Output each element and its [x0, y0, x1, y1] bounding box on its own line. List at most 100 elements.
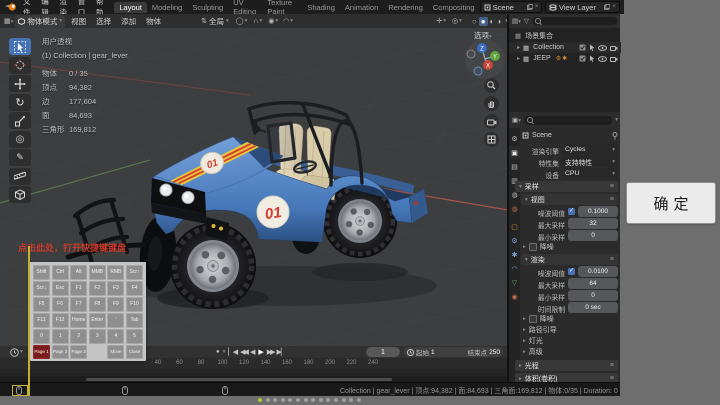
camera-visibility-icon[interactable]: [610, 45, 618, 51]
key-enter[interactable]: Enter: [89, 313, 106, 328]
properties-options-icon[interactable]: ▾: [615, 117, 618, 123]
key-f6[interactable]: F6: [52, 297, 69, 312]
tab-modifiers-icon[interactable]: ⚙: [509, 234, 520, 247]
r-min-samples-value[interactable]: 0: [568, 290, 618, 301]
shading-material-icon[interactable]: ◐: [490, 17, 495, 26]
key-ctrl[interactable]: Ctrl: [52, 265, 69, 280]
editor-separator[interactable]: [507, 14, 508, 382]
key-f1[interactable]: F1: [70, 281, 87, 296]
selectable-icon[interactable]: [589, 55, 595, 62]
menu-add[interactable]: 添加: [117, 16, 140, 27]
workspace-tab-shading[interactable]: Shading: [302, 2, 340, 13]
key-f7[interactable]: F7: [70, 297, 87, 312]
outliner-row-collection[interactable]: ▸ ▦ Collection: [509, 42, 621, 53]
workspace-tab-modeling[interactable]: Modeling: [147, 2, 187, 13]
key-shift[interactable]: Shift: [33, 265, 50, 280]
slide-dot[interactable]: [357, 398, 361, 402]
slide-dot[interactable]: [281, 398, 285, 402]
section-light-paths[interactable]: ▸光程≡: [515, 360, 618, 371]
gizmo-neg-z[interactable]: [474, 67, 482, 75]
slide-dot[interactable]: [304, 398, 308, 402]
vp-max-samples-value[interactable]: 32: [568, 218, 618, 229]
editor-type-icon[interactable]: ▦▾: [4, 17, 13, 25]
outliner-search-input[interactable]: [532, 17, 617, 25]
current-frame-field[interactable]: 1: [366, 347, 400, 357]
tab-particles-icon[interactable]: ✱: [509, 248, 520, 261]
key-alt[interactable]: Alt: [70, 265, 87, 280]
gizmo-neg-y[interactable]: [467, 50, 475, 58]
denoise-checkbox[interactable]: [529, 243, 537, 251]
confirm-button[interactable]: 确定: [626, 182, 716, 224]
tool-move[interactable]: [9, 75, 31, 92]
pan-hand-icon[interactable]: [484, 96, 499, 111]
workspace-tab-compositing[interactable]: Compositing: [428, 2, 480, 13]
shading-rendered-icon[interactable]: ◑: [496, 17, 501, 26]
checkbox-icon[interactable]: [579, 55, 586, 62]
outliner-type-icon[interactable]: ▤▾: [512, 17, 521, 25]
slide-dot[interactable]: [296, 398, 300, 402]
magnet-icon[interactable]: ∩▾: [253, 18, 262, 25]
key-page2[interactable]: Page 2: [52, 345, 69, 359]
pin-icon[interactable]: [612, 132, 618, 140]
timeline-tracks[interactable]: [0, 369, 508, 376]
jump-start-button[interactable]: ▏◀: [228, 348, 237, 356]
scene-new-icon[interactable]: [527, 3, 533, 12]
scene-unlink-icon[interactable]: ×: [535, 4, 539, 10]
outliner-row-jeep[interactable]: ▸ ▦ JEEP ⚙ ✱: [509, 53, 621, 64]
blender-logo-icon[interactable]: [4, 2, 17, 12]
workspace-tab-sculpting[interactable]: Sculpting: [187, 2, 228, 13]
tool-rotate[interactable]: ↻: [9, 94, 31, 111]
checkbox-icon[interactable]: [579, 44, 586, 51]
gizmo-y[interactable]: Y: [493, 55, 497, 61]
tab-data-icon[interactable]: ▽: [509, 276, 520, 289]
key-1[interactable]: 1: [52, 329, 69, 344]
section-sampling[interactable]: ▾采样≡: [515, 181, 618, 192]
denoise-checkbox[interactable]: [529, 315, 537, 323]
eye-icon[interactable]: [598, 45, 607, 51]
render-engine-select[interactable]: Cycles▾: [562, 144, 618, 155]
slide-dot[interactable]: [273, 398, 277, 402]
vp-noise-threshold-value[interactable]: 0.1000: [578, 206, 618, 217]
key-close[interactable]: Close: [126, 345, 143, 359]
section-volumes[interactable]: ▸体积(卷积)≡: [515, 373, 618, 382]
end-value[interactable]: 250: [489, 349, 500, 356]
tab-physics-icon[interactable]: ◠: [509, 262, 520, 275]
key-4[interactable]: 4: [107, 329, 124, 344]
slide-dot[interactable]: [288, 398, 292, 402]
slide-dot[interactable]: [349, 398, 353, 402]
timeline-scrollbar[interactable]: [86, 378, 392, 382]
tab-world-icon[interactable]: ◍: [509, 202, 520, 215]
key-f4[interactable]: F4: [126, 281, 143, 296]
menu-select[interactable]: 选择: [92, 16, 115, 27]
overlays-toggle-icon[interactable]: ◎▾: [452, 17, 462, 25]
slide-dot[interactable]: [311, 398, 315, 402]
nav-gizmo[interactable]: Z Y X: [460, 38, 506, 80]
tool-select-box[interactable]: [9, 38, 31, 55]
outliner-root-row[interactable]: ▦ 场景集合: [509, 30, 621, 41]
scene-selector[interactable]: Scene ×: [480, 1, 543, 13]
panel-render-sampling[interactable]: ▾渲染≡: [521, 254, 618, 265]
gizmo-toggle-icon[interactable]: ✛▾: [436, 17, 446, 25]
key-f10[interactable]: F10: [126, 297, 143, 312]
workspace-tab-animation[interactable]: Animation: [340, 2, 383, 13]
tab-object-icon[interactable]: ▢: [509, 220, 520, 233]
feature-set-select[interactable]: 支持特性▾: [562, 156, 618, 167]
eye-icon[interactable]: [598, 56, 607, 62]
key-page1[interactable]: Page 1: [33, 345, 50, 359]
gizmo-z[interactable]: Z: [480, 47, 484, 53]
play-button[interactable]: ▶: [258, 348, 263, 356]
key-f12[interactable]: F12: [52, 313, 69, 328]
selectable-icon[interactable]: [589, 44, 595, 51]
workspace-tab-layout[interactable]: Layout: [114, 2, 147, 13]
timeline-editor-icon[interactable]: ▾: [10, 348, 23, 357]
key-f3[interactable]: F3: [107, 281, 124, 296]
workspace-tab-rendering[interactable]: Rendering: [383, 2, 428, 13]
falloff-icon[interactable]: ◠▾: [283, 17, 293, 25]
proportional-edit-icon[interactable]: ◉▾: [268, 17, 278, 25]
key-scrdn[interactable]: Scr↓: [33, 281, 50, 296]
key-f2[interactable]: F2: [89, 281, 106, 296]
snap-toggle[interactable]: ◯▾: [236, 17, 248, 25]
key-f5[interactable]: F5: [33, 297, 50, 312]
advanced-collapsed[interactable]: ▸高级: [523, 347, 543, 357]
key-3[interactable]: 3: [89, 329, 106, 344]
